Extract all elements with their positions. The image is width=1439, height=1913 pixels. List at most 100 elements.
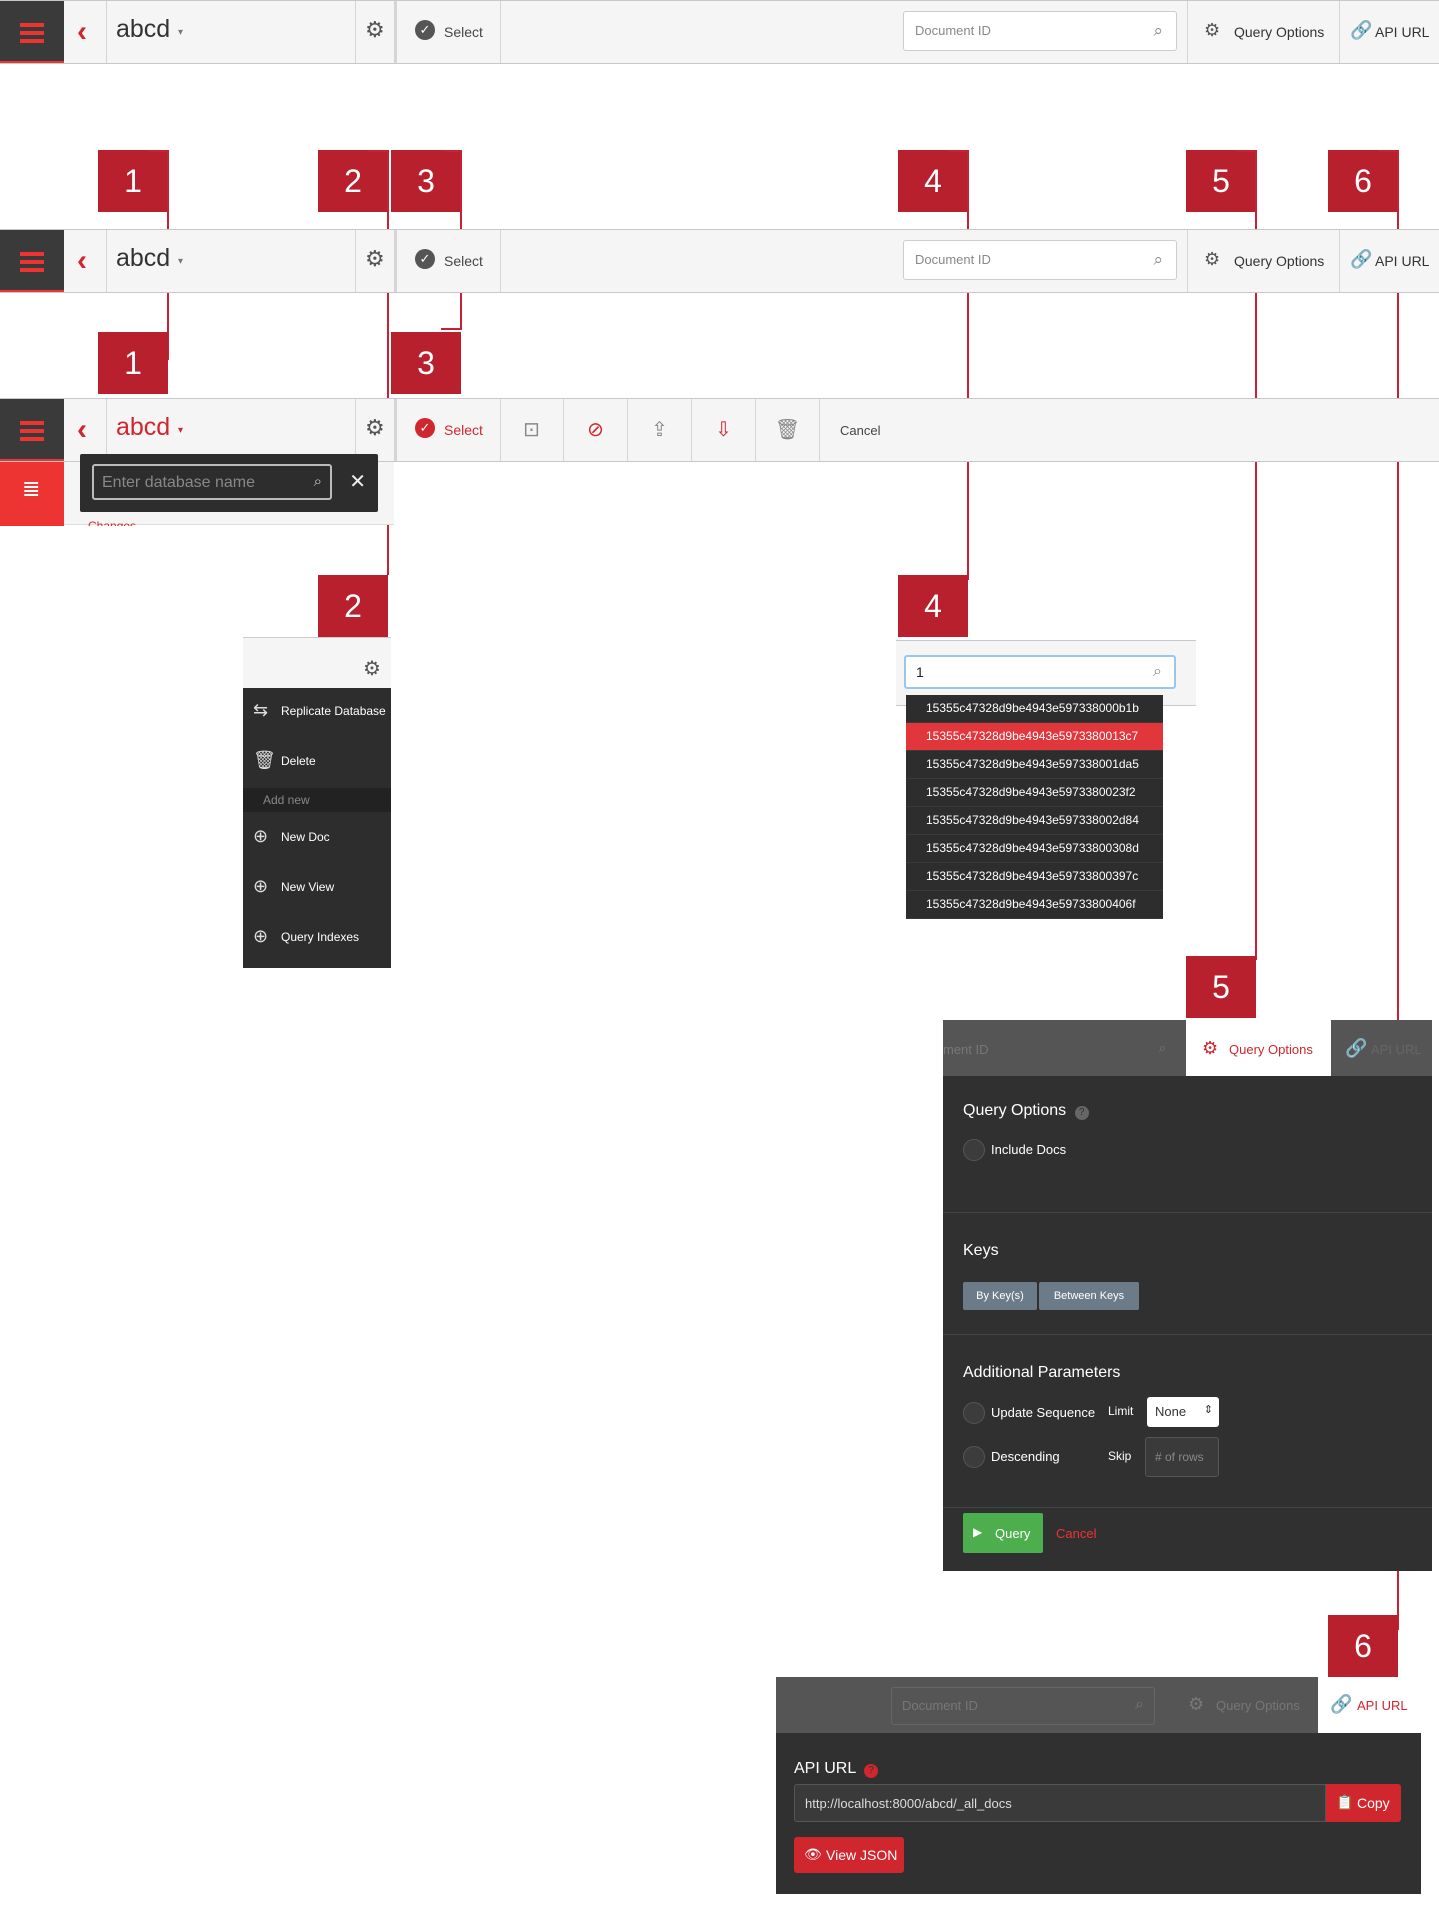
divider (394, 230, 397, 292)
select-button-active[interactable]: ✓ Select (398, 399, 501, 461)
caret-down-icon[interactable]: ▾ (178, 425, 183, 436)
caret-down-icon[interactable]: ▾ (178, 256, 183, 267)
query-options-tab-active[interactable]: ⚙ Query Options (1186, 1020, 1331, 1076)
caret-down-icon[interactable]: ▾ (178, 27, 183, 38)
menu-item-label: New Doc (281, 830, 330, 844)
api-url-panel: Document ID ⌕ ⚙ Query Options 🔗 API URL A… (776, 1677, 1421, 1894)
download-button[interactable]: ⇩ (692, 399, 756, 461)
select-all-button[interactable]: ⊡ (500, 399, 564, 461)
suggestion-item[interactable]: 15355c47328d9be4943e597338002d84 (906, 807, 1163, 835)
divider (394, 399, 397, 461)
menu-item-replicate-database[interactable]: ⇆ Replicate Database (243, 690, 391, 730)
menu-item-new-doc[interactable]: ⊕ New Doc (243, 816, 391, 856)
api-url-button[interactable]: 🔗 API URL (1339, 1, 1439, 63)
database-name-dropdown[interactable]: abcd (116, 244, 170, 273)
api-url-label: API URL (1371, 1042, 1422, 1057)
help-icon[interactable]: ? (1074, 1106, 1089, 1120)
delete-selected-button[interactable]: 🗑 (756, 399, 820, 461)
select-button[interactable]: ✓ Select (398, 230, 501, 292)
database-settings-button[interactable]: ⚙ (355, 230, 395, 292)
back-button[interactable]: ‹ (64, 230, 107, 292)
trash-icon: 🗑 (774, 419, 801, 441)
menu-item-delete[interactable]: 🗑 Delete (243, 740, 391, 780)
check-circle-icon: ✓ (415, 20, 435, 40)
callout-marker-6: 6 (1328, 1615, 1398, 1677)
descending-toggle[interactable] (963, 1446, 985, 1468)
query-options-button[interactable]: ⚙ Query Options (1187, 230, 1340, 292)
between-keys-button[interactable]: Between Keys (1039, 1282, 1139, 1310)
gears-icon: ⚙ (1204, 249, 1221, 269)
gears-icon: ⚙ (1188, 1694, 1205, 1714)
document-id-value: 1 (916, 664, 924, 680)
document-id-input[interactable]: 1 ⌕ (904, 655, 1176, 689)
suggestion-item-highlighted[interactable]: 15355c47328d9be4943e5973380013c7 (906, 723, 1163, 751)
copy-button[interactable]: 📋 Copy (1326, 1784, 1401, 1822)
database-name-dropdown[interactable]: abcd (116, 413, 170, 442)
cancel-selection-button[interactable]: Cancel (840, 423, 880, 438)
skip-input[interactable]: # of rows (1145, 1437, 1219, 1477)
database-name-input[interactable]: Enter database name ⌕ (92, 464, 332, 500)
select-button[interactable]: ✓ Select (398, 1, 501, 63)
run-query-button[interactable]: ▶ Query (963, 1513, 1043, 1553)
suggestion-item[interactable]: 15355c47328d9be4943e59733800406f (906, 891, 1163, 919)
query-options-header: ment ID ⌕ ⚙ Query Options 🔗 API URL (943, 1020, 1432, 1076)
menu-item-label: Replicate Database (281, 704, 386, 718)
query-options-tab[interactable]: ⚙ Query Options (1174, 1677, 1326, 1733)
api-url-tab[interactable]: 🔗 API URL (1331, 1020, 1432, 1076)
by-keys-button[interactable]: By Key(s) (963, 1282, 1037, 1310)
document-id-search[interactable]: Document ID ⌕ (903, 240, 1177, 280)
search-icon: ⌕ (313, 473, 322, 490)
upload-button[interactable]: ⇪ (628, 399, 692, 461)
view-json-button[interactable]: 👁 View JSON (794, 1837, 904, 1873)
callout-marker-5: 5 (1186, 956, 1256, 1018)
connector (441, 328, 461, 330)
database-name-dropdown[interactable]: abcd (116, 15, 170, 44)
database-settings-button[interactable]: ⚙ (355, 399, 395, 461)
gear-icon[interactable]: ⚙ (363, 656, 381, 681)
menu-item-query-indexes[interactable]: ⊕ Query Indexes (243, 916, 391, 956)
changes-link[interactable]: Changes (88, 516, 136, 526)
header-bar-annotated: ‹ abcd ▾ ⚙ ✓ Select Document ID ⌕ ⚙ Quer… (0, 229, 1439, 293)
update-sequence-toggle[interactable] (963, 1402, 985, 1424)
deselect-all-button[interactable]: ⊘ (564, 399, 628, 461)
link-icon: 🔗 (1345, 1038, 1368, 1058)
upload-icon: ⇪ (651, 419, 668, 441)
menu-toggle-button[interactable] (0, 399, 64, 461)
menu-toggle-button[interactable] (0, 230, 64, 292)
search-icon: ⌕ (1153, 250, 1163, 269)
suggestion-item[interactable]: 15355c47328d9be4943e5973380023f2 (906, 779, 1163, 807)
include-docs-toggle[interactable] (963, 1139, 985, 1161)
callout-marker-2: 2 (318, 575, 388, 637)
gear-icon: ⚙ (365, 17, 385, 42)
limit-label: Limit (1108, 1404, 1134, 1418)
api-url-title: API URL ? (794, 1760, 879, 1778)
limit-select[interactable]: None ⇕ (1147, 1397, 1219, 1427)
back-button[interactable]: ‹ (64, 1, 107, 63)
link-icon: 🔗 (1330, 1694, 1353, 1714)
database-settings-button[interactable]: ⚙ (355, 1, 395, 63)
query-options-button[interactable]: ⚙ Query Options (1187, 1, 1340, 63)
api-url-field[interactable]: http://localhost:8000/abcd/_all_docs (794, 1784, 1326, 1822)
suggestion-item[interactable]: 15355c47328d9be4943e59733800397c (906, 863, 1163, 891)
suggestion-item[interactable]: 15355c47328d9be4943e597338001da5 (906, 751, 1163, 779)
header-bar-default: ‹ abcd ▾ ⚙ ✓ Select Document ID ⌕ ⚙ Quer… (0, 0, 1439, 64)
menu-toggle-button[interactable] (0, 1, 64, 63)
suggestion-item[interactable]: 15355c47328d9be4943e597338000b1b (906, 695, 1163, 723)
api-url-tab-active[interactable]: 🔗 API URL (1318, 1677, 1421, 1733)
query-options-label: Query Options (1234, 253, 1325, 269)
suggestion-item[interactable]: 15355c47328d9be4943e59733800308d (906, 835, 1163, 863)
api-url-button[interactable]: 🔗 API URL (1339, 230, 1439, 292)
cancel-query-link[interactable]: Cancel (1056, 1526, 1096, 1541)
close-icon[interactable]: ✕ (349, 469, 366, 494)
include-docs-label: Include Docs (991, 1142, 1067, 1157)
divider (394, 1, 397, 63)
deselect-all-icon: ⊘ (587, 419, 604, 441)
menu-item-new-view[interactable]: ⊕ New View (243, 866, 391, 906)
keys-section: Keys By Key(s) Between Keys (943, 1212, 1432, 1335)
sidebar-database-item[interactable]: ≣ (0, 462, 64, 526)
document-id-search[interactable]: Document ID ⌕ (903, 11, 1177, 51)
help-icon[interactable]: ? (864, 1764, 879, 1778)
callout-marker-4: 4 (898, 575, 968, 637)
back-button[interactable]: ‹ (64, 399, 107, 461)
additional-params-section: Additional Parameters Update Sequence Li… (943, 1334, 1432, 1508)
